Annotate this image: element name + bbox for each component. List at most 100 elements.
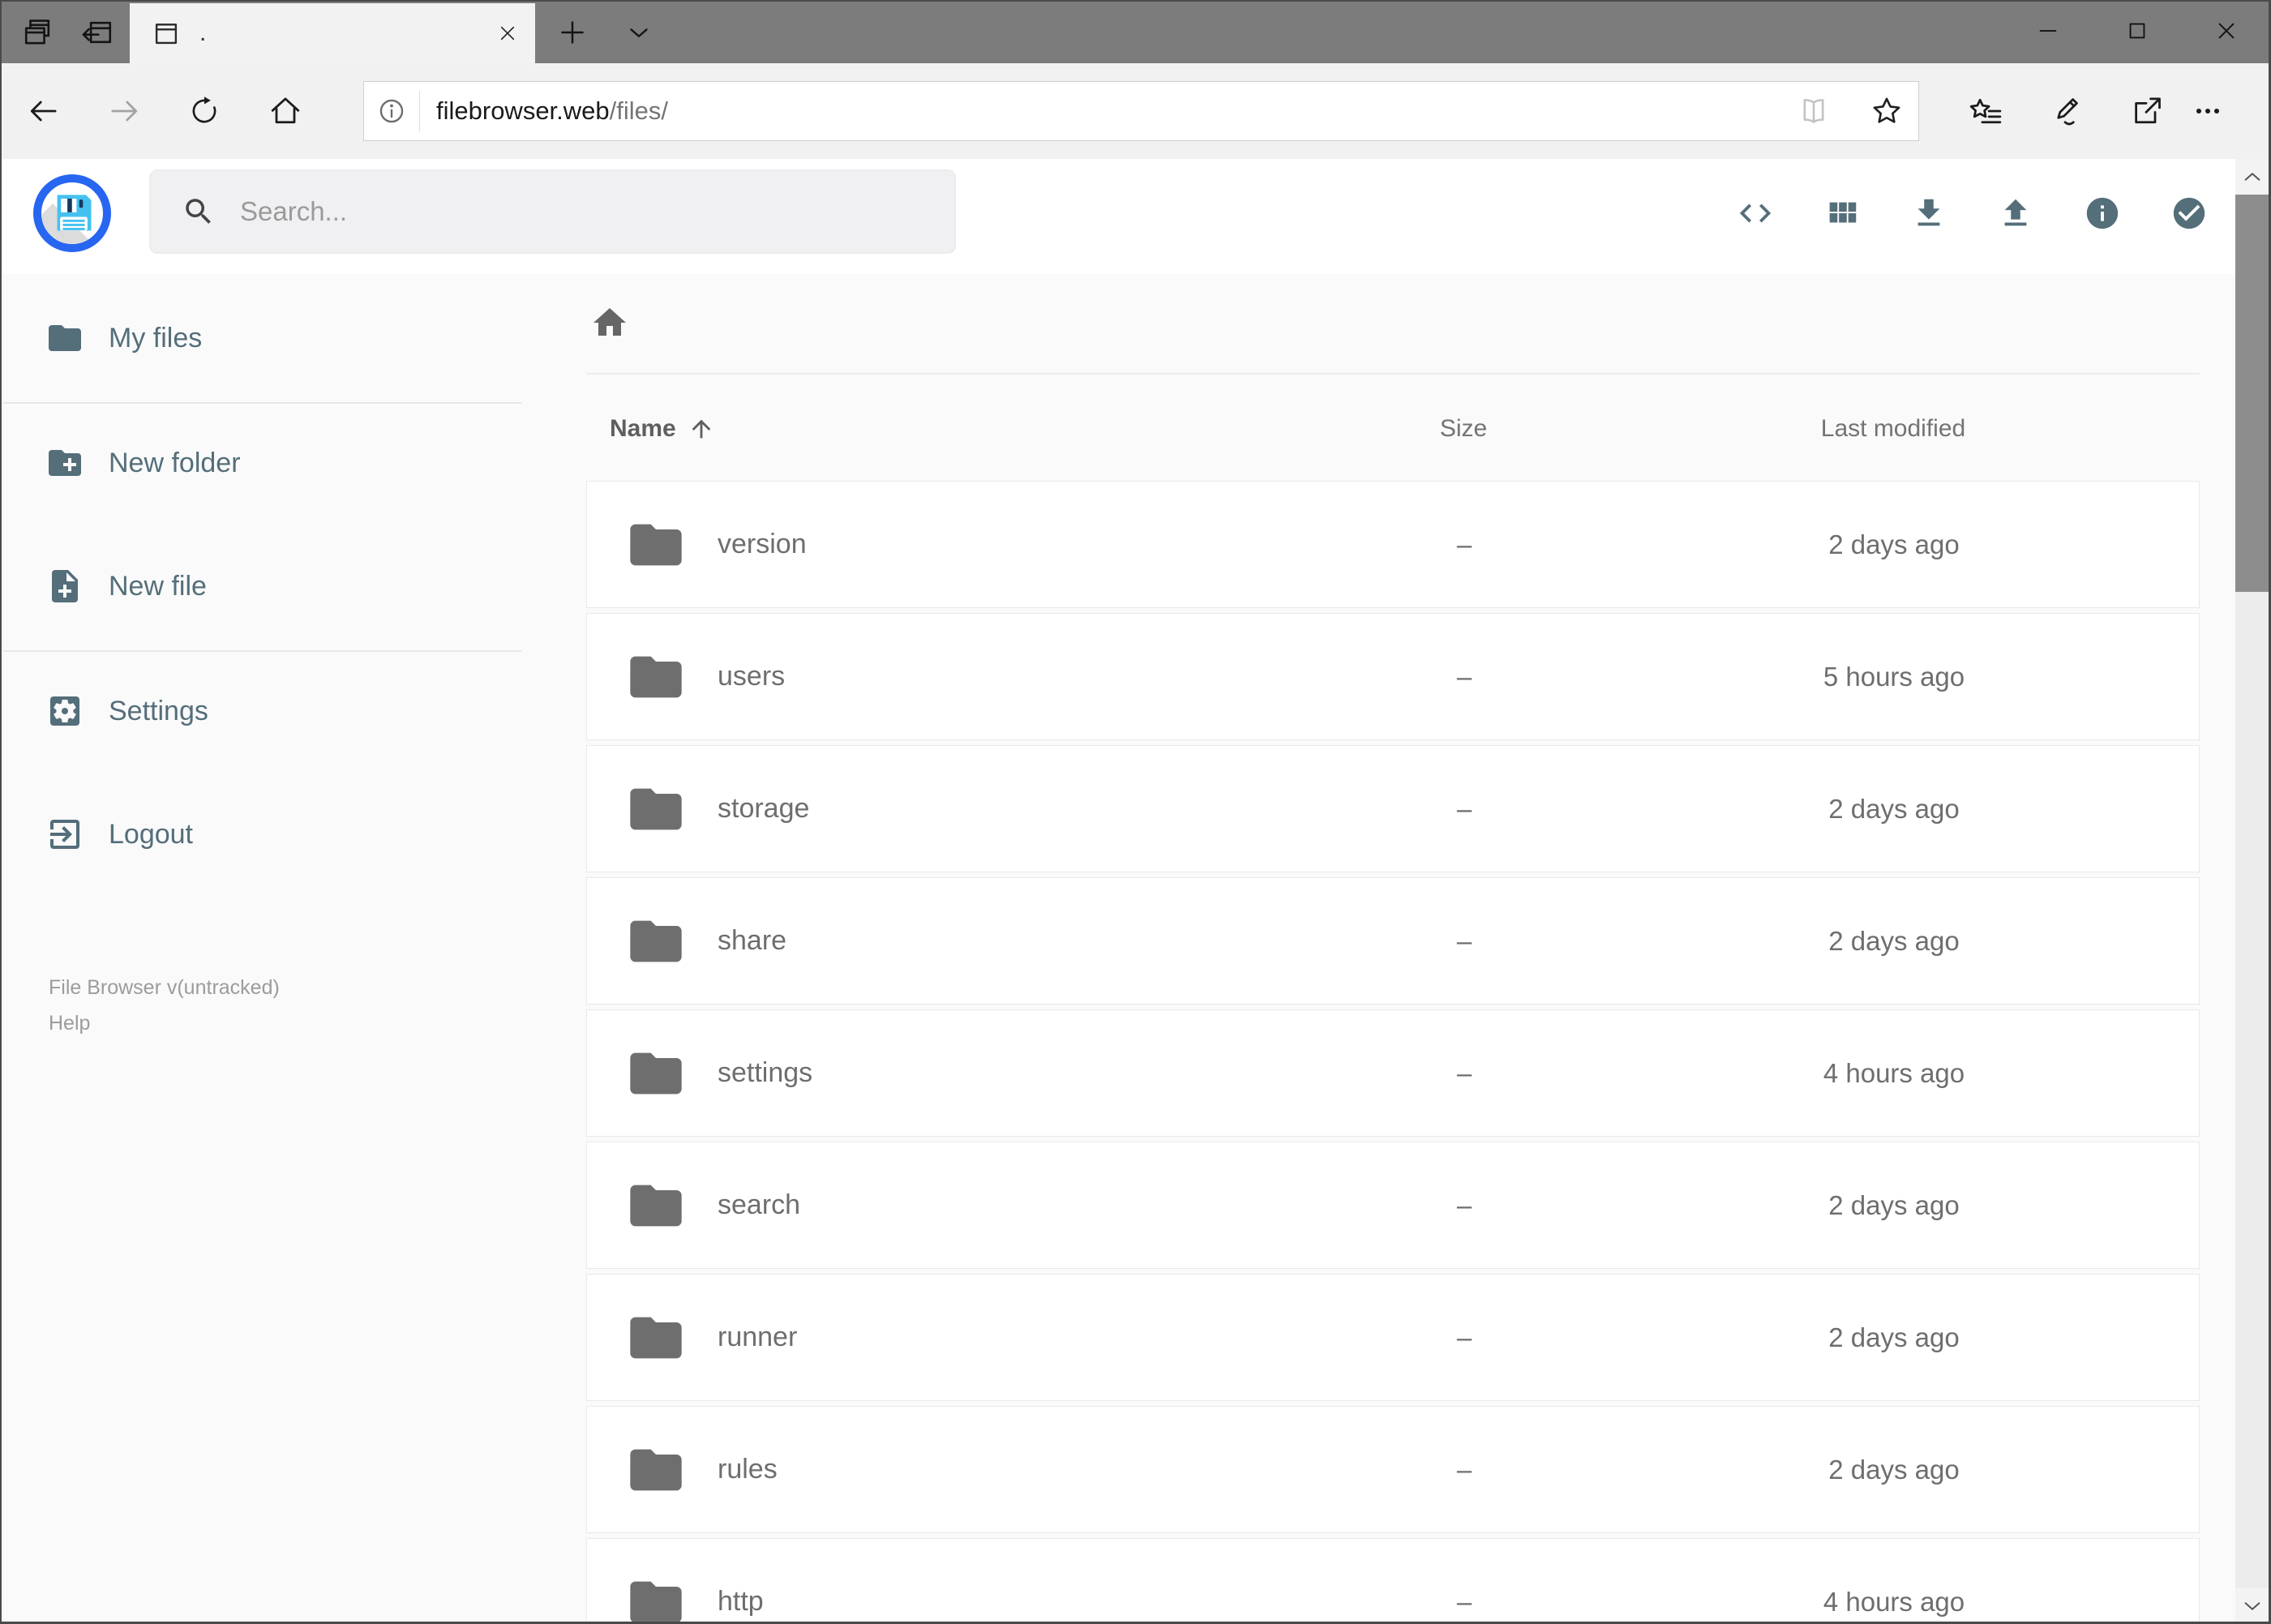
window-border (0, 0, 2, 1624)
file-name: users (718, 661, 786, 692)
tab-preview-icon[interactable] (19, 13, 58, 52)
file-listing-area: Name Size Last modified version – 2 days… (586, 159, 2200, 1624)
file-name: http (718, 1586, 764, 1617)
favorites-hub-icon[interactable] (1968, 93, 2003, 129)
sidebar-item-label: Settings (109, 695, 208, 726)
file-name: search (718, 1189, 801, 1220)
browser-titlebar: . (0, 0, 2271, 63)
file-modified: 2 days ago (1828, 925, 1960, 956)
tab-list-chevron-icon[interactable] (619, 13, 658, 52)
file-size: – (1456, 1189, 1472, 1220)
sidebar-item-label: My files (109, 322, 203, 354)
sidebar-item-settings[interactable]: Settings (0, 652, 586, 770)
sidebar-footer: File Browser v(untracked) Help (49, 970, 280, 1041)
url-text[interactable]: filebrowser.web/files/ (436, 96, 1797, 126)
close-icon[interactable] (490, 15, 525, 51)
new-tab-button[interactable] (553, 13, 592, 52)
search-icon (182, 195, 216, 229)
folder-icon (625, 1439, 687, 1501)
logout-icon (45, 815, 84, 854)
set-tabs-aside-icon[interactable] (78, 13, 117, 52)
file-size: – (1456, 925, 1472, 956)
column-header-size[interactable]: Size (1338, 415, 1589, 443)
browser-window: . filebrowser.web/files/ Search... My fi… (0, 0, 2271, 1624)
file-browser-floppy-logo (33, 174, 111, 252)
scrollbar-thumb[interactable] (2235, 195, 2269, 592)
file-row[interactable]: settings – 4 hours ago (586, 1009, 2200, 1137)
address-bar[interactable]: filebrowser.web/files/ (363, 81, 1919, 141)
favorite-star-icon[interactable] (1870, 94, 1904, 128)
sidebar-item-new-file[interactable]: New file (0, 527, 586, 645)
window-border (0, 0, 2271, 2)
file-name: storage (718, 793, 810, 824)
page-icon (151, 18, 182, 49)
file-size: – (1456, 1454, 1472, 1485)
url-path: /files/ (609, 96, 669, 125)
file-name: share (718, 925, 787, 956)
help-link[interactable]: Help (49, 1005, 280, 1041)
web-note-pen-icon[interactable] (2047, 93, 2083, 129)
file-row[interactable]: storage – 2 days ago (586, 745, 2200, 872)
file-size: – (1456, 1057, 1472, 1088)
filebrowser-app: My files New folder New file Sett (0, 159, 2271, 1624)
folder-icon (625, 1043, 687, 1104)
minimize-button[interactable] (2003, 0, 2093, 62)
settings-icon (45, 692, 84, 731)
sidebar-item-label: New folder (109, 447, 241, 478)
file-list: version – 2 days ago users – 5 hours ago (586, 481, 2200, 1624)
file-size: – (1456, 1586, 1472, 1617)
browser-navbar: filebrowser.web/files/ (0, 63, 2271, 159)
file-name: settings (718, 1057, 813, 1088)
file-row[interactable]: version – 2 days ago (586, 481, 2200, 608)
new-file-icon (45, 567, 84, 606)
sidebar-item-logout[interactable]: Logout (0, 775, 586, 893)
home-icon[interactable] (268, 93, 303, 129)
folder-icon (625, 1175, 687, 1236)
refresh-icon[interactable] (186, 93, 222, 129)
breadcrumb-divider (586, 373, 2200, 375)
sidebar-item-my-files[interactable]: My files (0, 279, 586, 397)
file-row[interactable]: runner – 2 days ago (586, 1274, 2200, 1401)
file-row[interactable]: search – 2 days ago (586, 1142, 2200, 1269)
file-size: – (1456, 529, 1472, 559)
address-divider (419, 91, 420, 131)
scrollbar[interactable] (2235, 159, 2269, 1624)
scroll-up-icon[interactable] (2235, 159, 2269, 195)
folder-icon (625, 1307, 687, 1369)
file-row[interactable]: rules – 2 days ago (586, 1406, 2200, 1533)
folder-icon (45, 319, 84, 358)
share-icon[interactable] (2128, 93, 2164, 129)
file-modified: 4 hours ago (1823, 1057, 1965, 1088)
folder-icon (625, 911, 687, 972)
close-window-button[interactable] (2182, 0, 2271, 62)
tab-title: . (199, 19, 207, 46)
maximize-button[interactable] (2093, 0, 2182, 62)
arrow-up-icon (688, 415, 715, 443)
file-name: runner (718, 1322, 798, 1352)
scroll-down-icon[interactable] (2235, 1588, 2269, 1624)
sidebar-item-new-folder[interactable]: New folder (0, 404, 586, 522)
column-header-modified[interactable]: Last modified (1589, 415, 2197, 443)
file-row[interactable]: share – 2 days ago (586, 877, 2200, 1005)
back-icon[interactable] (25, 93, 61, 129)
column-header-name[interactable]: Name (610, 415, 1338, 443)
file-modified: 2 days ago (1828, 1189, 1960, 1220)
info-outline-icon[interactable] (376, 96, 407, 126)
new-folder-icon (45, 443, 84, 482)
sidebar-item-label: Logout (109, 818, 193, 850)
sidebar-item-label: New file (109, 570, 207, 602)
more-dots-icon[interactable] (2190, 93, 2226, 129)
file-modified: 4 hours ago (1823, 1586, 1965, 1617)
url-host: filebrowser.web (436, 96, 610, 125)
file-size: – (1456, 793, 1472, 824)
file-row[interactable]: http – 4 hours ago (586, 1538, 2200, 1624)
file-modified: 2 days ago (1828, 529, 1960, 559)
file-row[interactable]: users – 5 hours ago (586, 613, 2200, 740)
listing-header: Name Size Last modified (586, 405, 2200, 453)
file-size: – (1456, 1322, 1472, 1352)
forward-icon[interactable] (107, 93, 143, 129)
breadcrumb-home-icon[interactable] (590, 303, 629, 342)
reading-view-icon[interactable] (1797, 94, 1831, 128)
browser-tab[interactable]: . (130, 3, 535, 63)
folder-icon (625, 1571, 687, 1624)
